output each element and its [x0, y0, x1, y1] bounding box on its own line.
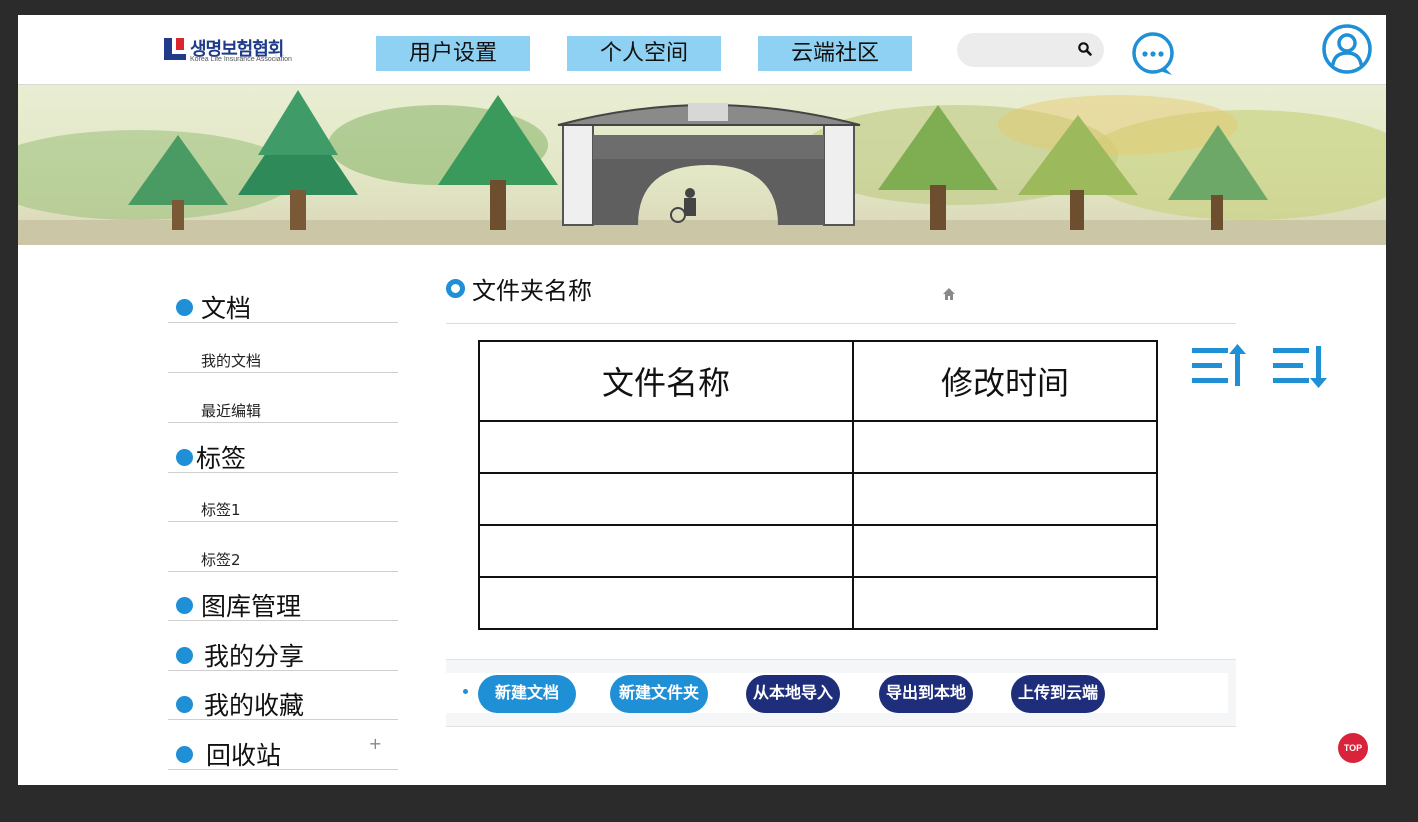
- search-input[interactable]: [971, 39, 1071, 61]
- table-row[interactable]: [478, 420, 1158, 474]
- table-row[interactable]: [478, 576, 1158, 630]
- sidebar-item-label: 我的分享: [204, 642, 305, 671]
- sidebar-item-tag-1[interactable]: 标签1: [168, 482, 398, 522]
- table-cell: [478, 576, 854, 630]
- logo[interactable]: 생명보험협회 Korea Life Insurance Association: [164, 35, 304, 67]
- app-window: 생명보험협회 Korea Life Insurance Association …: [18, 15, 1386, 785]
- sort-descending-icon[interactable]: [1273, 344, 1329, 388]
- folder-title-label: 文件夹名称: [472, 277, 592, 305]
- table-row[interactable]: [478, 524, 1158, 578]
- sidebar-item-my-documents[interactable]: 我的文档: [168, 333, 398, 373]
- back-to-top-button[interactable]: TOP: [1338, 733, 1368, 763]
- bullet-dot-icon: [176, 597, 193, 614]
- bullet-dot-icon: [176, 746, 193, 763]
- sidebar-item-documents[interactable]: 文档: [168, 283, 398, 323]
- sidebar-item-my-shares[interactable]: 我的分享: [168, 631, 398, 671]
- table-cell: [478, 472, 854, 526]
- new-document-button[interactable]: 新建文档: [478, 675, 576, 713]
- table-row[interactable]: [478, 472, 1158, 526]
- column-header-file-name[interactable]: 文件名称: [478, 340, 854, 422]
- top-header: 생명보험협회 Korea Life Insurance Association …: [18, 15, 1386, 85]
- upload-to-cloud-button[interactable]: 上传到云端: [1011, 675, 1105, 713]
- bullet-dot-icon: [463, 689, 468, 694]
- sidebar-item-label: 文档: [201, 294, 252, 323]
- sidebar-item-label: 最近编辑: [201, 402, 262, 420]
- sidebar-item-tags[interactable]: 标签: [168, 433, 398, 473]
- sidebar-item-label: 图库管理: [201, 592, 302, 621]
- new-folder-button[interactable]: 新建文件夹: [610, 675, 708, 713]
- bullet-dot-icon: [176, 299, 193, 316]
- chat-icon[interactable]: [1130, 31, 1178, 77]
- sidebar-item-tag-2[interactable]: 标签2: [168, 532, 398, 572]
- sidebar-item-favorites[interactable]: 我的收藏: [168, 680, 398, 720]
- search-icon[interactable]: [1077, 41, 1093, 57]
- bullet-dot-icon: [176, 647, 193, 664]
- action-bar: 新建文档 新建文件夹 从本地导入 导出到本地 上传到云端: [446, 659, 1236, 727]
- nav-user-settings[interactable]: 用户设置: [376, 36, 530, 71]
- banner-image: [18, 85, 1386, 245]
- table-cell: [852, 472, 1158, 526]
- table-header-row: 文件名称 修改时间: [478, 340, 1158, 422]
- table-cell: [852, 524, 1158, 578]
- sidebar-item-label: 回收站: [206, 741, 282, 770]
- table-cell: [852, 420, 1158, 474]
- sort-ascending-icon[interactable]: [1192, 344, 1248, 388]
- sidebar-item-label: 标签: [196, 444, 247, 473]
- logo-mark-icon: [164, 38, 186, 60]
- table-cell: [478, 524, 854, 578]
- sidebar-item-gallery[interactable]: 图库管理: [168, 581, 398, 621]
- sidebar-item-recycle-bin[interactable]: 回收站 +: [168, 730, 398, 770]
- file-table: 文件名称 修改时间: [478, 340, 1158, 630]
- logo-subtitle: Korea Life Insurance Association: [190, 56, 292, 63]
- sidebar-item-label: 我的文档: [201, 352, 262, 370]
- sidebar-item-label: 我的收藏: [204, 691, 305, 720]
- export-to-local-button[interactable]: 导出到本地: [879, 675, 973, 713]
- bullet-dot-icon: [176, 449, 193, 466]
- import-from-local-button[interactable]: 从本地导入: [746, 675, 840, 713]
- table-cell: [852, 576, 1158, 630]
- sidebar-item-label: 标签1: [201, 501, 241, 519]
- divider: [446, 323, 1236, 324]
- column-header-modified-time[interactable]: 修改时间: [852, 340, 1158, 422]
- home-icon[interactable]: [942, 287, 956, 301]
- user-icon[interactable]: [1321, 23, 1373, 75]
- search-box: [957, 33, 1104, 67]
- expand-plus-icon[interactable]: +: [369, 734, 382, 753]
- nav-personal-space[interactable]: 个人空间: [567, 36, 721, 71]
- bullet-dot-icon: [176, 696, 193, 713]
- nav-cloud-community[interactable]: 云端社区: [758, 36, 912, 71]
- sidebar-item-label: 标签2: [201, 551, 241, 569]
- table-cell: [478, 420, 854, 474]
- ring-bullet-icon: [446, 279, 465, 298]
- sidebar-item-recent-edits[interactable]: 最近编辑: [168, 383, 398, 423]
